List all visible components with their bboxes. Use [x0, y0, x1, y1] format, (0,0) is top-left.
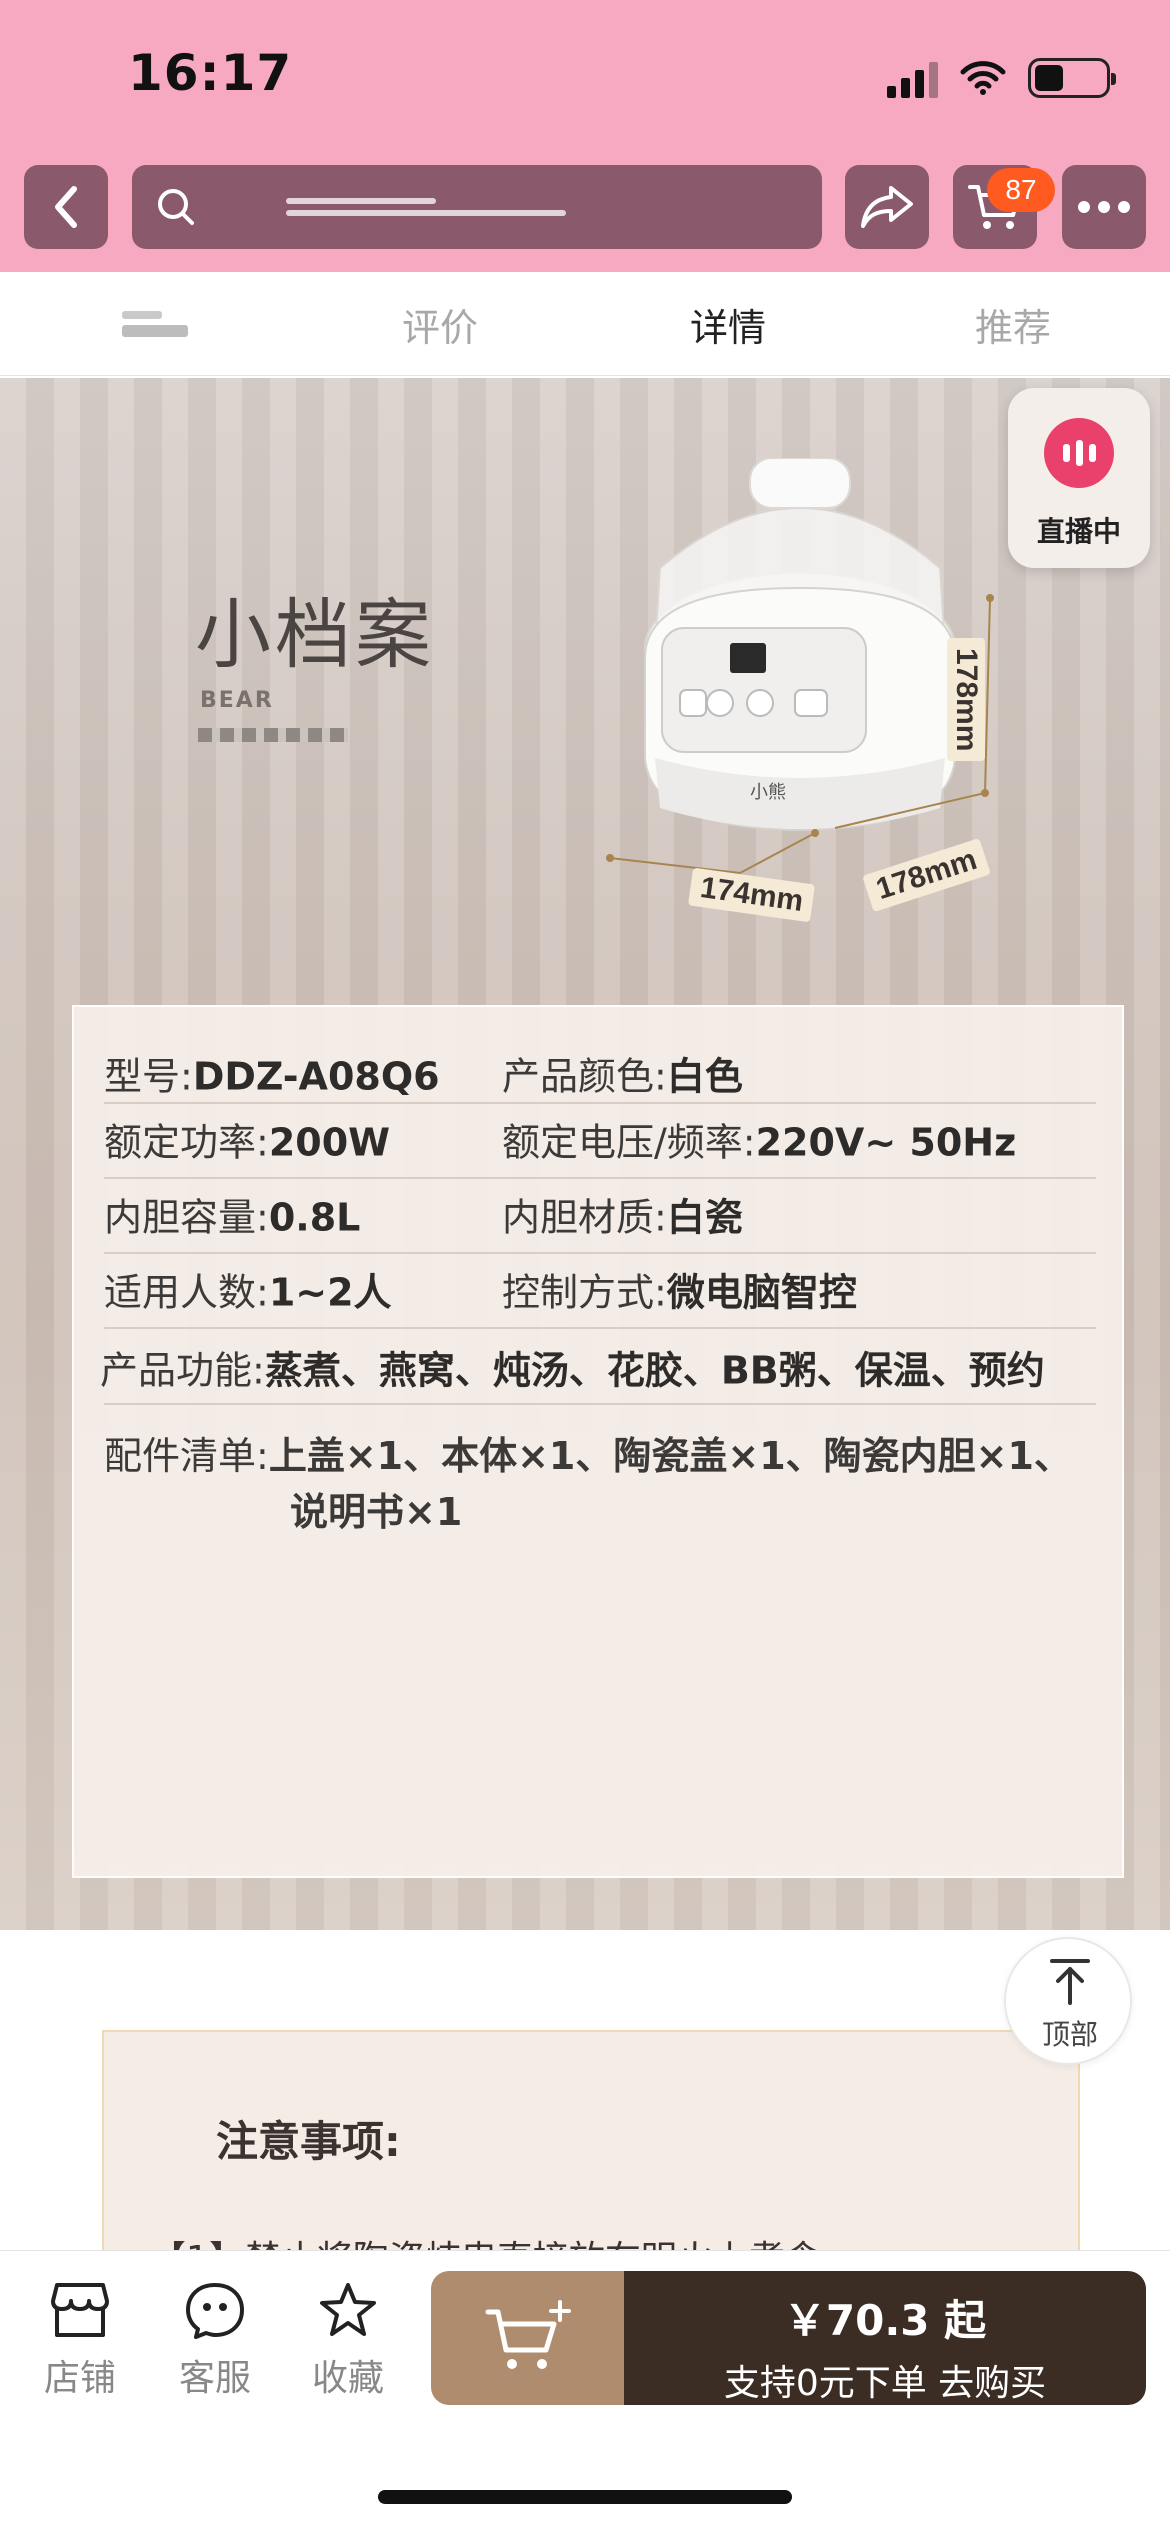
- back-to-top-label: 顶部: [1041, 2018, 1098, 2051]
- add-to-cart-button[interactable]: [431, 2271, 627, 2405]
- live-stream-button[interactable]: 直播中: [1008, 388, 1150, 568]
- spec-voltage: 额定电压/频率:220V~ 50Hz: [502, 1120, 1017, 1165]
- customer-service-button[interactable]: 客服: [160, 2281, 270, 2401]
- hero-brand: BEAR: [200, 688, 274, 713]
- top-bar: 16:17 87: [0, 0, 1170, 272]
- favorite-label: 收藏: [311, 2358, 384, 2399]
- buy-subtitle: 支持0元下单 去购买: [723, 2363, 1047, 2404]
- tab-product[interactable]: [55, 272, 255, 376]
- product-detail-image: 小档案 BEAR 小熊 178mm 174mm 178mm 直播中 型号:DDZ…: [0, 378, 1170, 1930]
- store-icon: [51, 2283, 109, 2337]
- battery-icon: [1028, 58, 1116, 98]
- arrow-up-icon: [1050, 1959, 1090, 2005]
- spec-people: 适用人数:1~2人: [104, 1270, 392, 1315]
- height-dimension-label: 178mm: [947, 638, 985, 762]
- notice-title: 注意事项:: [216, 2117, 401, 2166]
- wifi-icon: [960, 61, 1006, 95]
- spec-row: 内胆容量:0.8L 内胆材质:白瓷: [104, 1179, 1096, 1254]
- spec-row: 适用人数:1~2人 控制方式:微电脑智控: [104, 1254, 1096, 1329]
- service-label: 客服: [178, 2358, 251, 2399]
- more-dots-icon: [1078, 201, 1130, 213]
- spec-model: 型号:DDZ-A08Q6: [104, 1054, 440, 1099]
- store-label: 店铺: [43, 2358, 116, 2399]
- buy-price: ￥70.3 起: [783, 2296, 987, 2345]
- tab-product-label-redacted: [122, 305, 188, 343]
- tab-reviews[interactable]: 评价: [340, 272, 540, 376]
- live-icon: [1044, 418, 1114, 488]
- spec-capacity: 内胆容量:0.8L: [104, 1195, 361, 1240]
- tab-details[interactable]: 详情: [628, 272, 828, 376]
- status-icons: [887, 56, 1116, 100]
- spec-color: 产品颜色:白色: [502, 1054, 743, 1099]
- buy-now-button[interactable]: ￥70.3 起 支持0元下单 去购买: [624, 2271, 1146, 2405]
- back-button[interactable]: [24, 165, 108, 249]
- spec-row: 额定功率:200W 额定电压/频率:220V~ 50Hz: [104, 1104, 1096, 1179]
- spec-row: 产品功能:蒸煮、燕窝、炖汤、花胶、BB粥、保温、预约: [100, 1329, 1096, 1405]
- add-cart-icon: [485, 2300, 571, 2369]
- search-input[interactable]: [132, 165, 822, 249]
- cart-count-badge: 87: [987, 168, 1055, 212]
- star-icon: [320, 2283, 376, 2336]
- signal-icon: [887, 58, 938, 98]
- chevron-left-icon: [55, 186, 77, 228]
- spec-row: 型号:DDZ-A08Q6 产品颜色:白色: [104, 1007, 1096, 1104]
- detail-tabs: 评价 详情 推荐: [0, 272, 1170, 376]
- store-button[interactable]: 店铺: [25, 2281, 135, 2401]
- more-button[interactable]: [1062, 165, 1146, 249]
- hero-title: 小档案: [195, 590, 435, 679]
- tab-recommend[interactable]: 推荐: [913, 272, 1113, 376]
- chat-face-icon: [186, 2283, 244, 2339]
- spec-table: 型号:DDZ-A08Q6 产品颜色:白色 额定功率:200W 额定电压/频率:2…: [72, 1005, 1124, 1878]
- back-to-top-button[interactable]: 顶部: [1004, 1937, 1132, 2065]
- spec-functions: 产品功能:蒸煮、燕窝、炖汤、花胶、BB粥、保温、预约: [100, 1348, 1045, 1393]
- search-query-redacted: [286, 192, 566, 222]
- device-brand-label: 小熊: [750, 782, 786, 803]
- spec-power: 额定功率:200W: [104, 1120, 391, 1165]
- share-arrow-icon: [861, 186, 913, 228]
- spec-material: 内胆材质:白瓷: [502, 1195, 743, 1240]
- share-button[interactable]: [845, 165, 929, 249]
- home-indicator: [378, 2490, 792, 2504]
- live-label: 直播中: [1036, 515, 1121, 548]
- search-icon: [158, 189, 194, 225]
- status-time: 16:17: [128, 44, 293, 102]
- spec-control: 控制方式:微电脑智控: [502, 1270, 857, 1315]
- hero-brand-subtitle-redacted: [198, 728, 348, 742]
- favorite-button[interactable]: 收藏: [293, 2281, 403, 2401]
